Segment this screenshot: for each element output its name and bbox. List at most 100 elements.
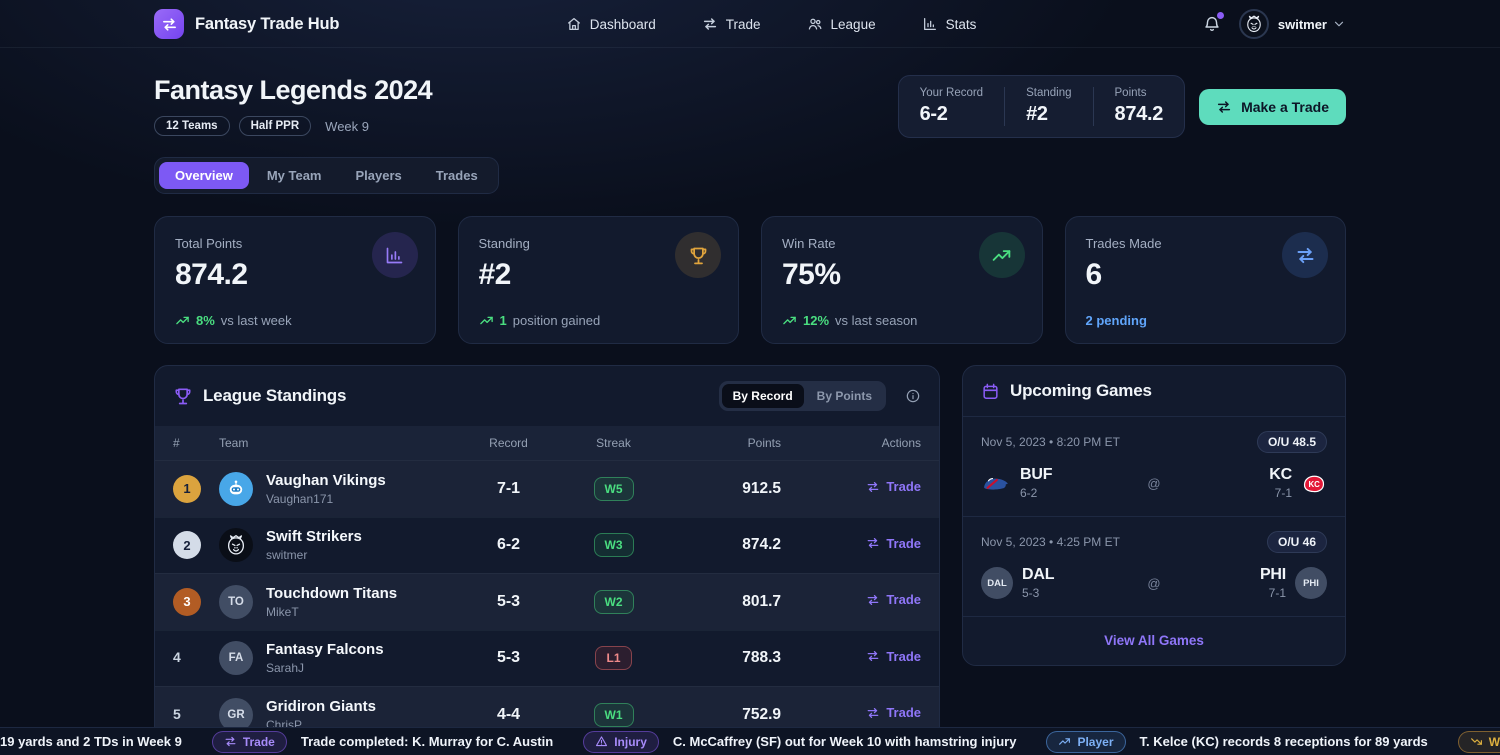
- robot-avatar-icon: [224, 477, 248, 501]
- tab-players[interactable]: Players: [340, 162, 418, 189]
- ticker-text: Trade completed: K. Murray for C. Austin: [301, 734, 553, 749]
- trade-button[interactable]: Trade: [866, 592, 921, 607]
- rank-number: 5: [173, 706, 181, 722]
- table-row[interactable]: 3 TO Touchdown Titans MikeT 5-3 W2 801.7…: [155, 573, 939, 630]
- team-info: Swift Strikers switmer: [266, 528, 362, 562]
- stat-card-total-points: Total Points 874.2 8% vs last week: [154, 216, 436, 344]
- rank-cell: 1: [173, 475, 219, 503]
- info-icon[interactable]: [905, 388, 921, 404]
- rank-badge-bronze: 3: [173, 588, 201, 616]
- page-title: Fantasy Legends 2024: [154, 75, 432, 106]
- pending-note[interactable]: 2 pending: [1086, 313, 1147, 328]
- nav-item-stats[interactable]: Stats: [922, 16, 977, 32]
- standings-header: League Standings By Record By Points: [155, 366, 939, 426]
- streak-badge: W3: [594, 533, 634, 557]
- view-all-games-link[interactable]: View All Games: [1104, 633, 1204, 648]
- team-name: Fantasy Falcons: [266, 641, 384, 658]
- summary-standing: Standing #2: [1004, 87, 1092, 126]
- trend-up-icon: [991, 245, 1012, 266]
- game-item[interactable]: Nov 5, 2023 • 4:25 PM ET O/U 46 DAL DAL …: [963, 517, 1345, 617]
- trade-button[interactable]: Trade: [866, 479, 921, 494]
- chevron-down-icon[interactable]: [1332, 17, 1346, 31]
- toggle-by-points[interactable]: By Points: [806, 384, 883, 408]
- app-brand: Fantasy Trade Hub: [195, 15, 339, 34]
- badge-label: Player: [1077, 735, 1113, 749]
- tab-overview[interactable]: Overview: [159, 162, 249, 189]
- swap-icon: [866, 649, 880, 663]
- news-ticker[interactable]: 19 yards and 2 TDs in Week 9 Trade Trade…: [0, 727, 1500, 755]
- content-row: League Standings By Record By Points # T…: [154, 365, 1346, 744]
- rank-cell: 4: [173, 649, 219, 667]
- team-owner: MikeT: [266, 605, 397, 619]
- ticker-item: 19 yards and 2 TDs in Week 9: [0, 734, 182, 749]
- nav-item-trade[interactable]: Trade: [702, 16, 761, 32]
- trend-text: vs last week: [221, 313, 292, 328]
- col-actions: Actions: [781, 436, 921, 450]
- tab-trades[interactable]: Trades: [420, 162, 494, 189]
- stat-cards: Total Points 874.2 8% vs last week Stand…: [154, 216, 1346, 344]
- swap-icon: [161, 16, 178, 33]
- table-row[interactable]: 2 Swift Strikers switmer 6-2 W3 874.2 Tr…: [155, 517, 939, 574]
- team-record: 7-1: [1269, 486, 1292, 500]
- team-record: 6-2: [1020, 486, 1052, 500]
- trend-up-icon: [1058, 735, 1071, 748]
- table-row[interactable]: 1 Vaughan Vikings Vaughan171 7-1 W5 912.…: [155, 460, 939, 517]
- badge-label: Injury: [614, 735, 647, 749]
- team-avatar-initials: TO: [219, 585, 253, 619]
- actions-cell: Trade: [781, 592, 921, 612]
- trade-button[interactable]: Trade: [866, 649, 921, 664]
- mascot-avatar-icon: [1243, 13, 1265, 35]
- trophy-icon-badge: [675, 232, 721, 278]
- game-item[interactable]: Nov 5, 2023 • 8:20 PM ET O/U 48.5 BUF 6-…: [963, 417, 1345, 517]
- main-nav: Dashboard Trade League Stats: [339, 16, 1203, 32]
- summary-value: #2: [1026, 103, 1071, 126]
- team-info: Fantasy Falcons SarahJ: [266, 641, 384, 675]
- away-team: BUF 6-2: [981, 466, 1147, 500]
- stat-trend: 8% vs last week: [175, 313, 292, 328]
- trend-up-icon: [175, 313, 190, 328]
- bills-logo-icon: [981, 473, 1011, 493]
- ticker-text: T. Kelce (KC) records 8 receptions for 8…: [1140, 734, 1428, 749]
- nav-item-dashboard[interactable]: Dashboard: [566, 16, 656, 32]
- team-abbr: BUF: [1020, 466, 1052, 484]
- ticker-text: C. McCaffrey (SF) out for Week 10 with h…: [673, 734, 1017, 749]
- col-team: Team: [219, 436, 461, 450]
- player-badge: Player: [1046, 731, 1125, 753]
- view-tabs: Overview My Team Players Trades: [154, 157, 499, 194]
- stat-note: 2 pending: [1086, 313, 1147, 328]
- toggle-by-record[interactable]: By Record: [722, 384, 804, 408]
- hero-right: Your Record 6-2 Standing #2 Points 874.2…: [898, 75, 1346, 138]
- trend-icon-badge: [979, 232, 1025, 278]
- league-badges: 12 Teams Half PPR Week 9: [154, 116, 432, 136]
- swap-icon-badge: [1282, 232, 1328, 278]
- league-title-block: Fantasy Legends 2024 12 Teams Half PPR W…: [154, 75, 432, 136]
- trade-button[interactable]: Trade: [866, 705, 921, 720]
- col-streak: Streak: [556, 436, 671, 450]
- nav-label: Dashboard: [590, 17, 656, 32]
- ticker-item: Trade Trade completed: K. Murray for C. …: [212, 731, 553, 753]
- summary-points: Points 874.2: [1093, 87, 1185, 126]
- team-points: 874.2: [671, 536, 781, 554]
- team-owner: switmer: [266, 548, 362, 562]
- over-under-badge: O/U 48.5: [1257, 431, 1327, 453]
- upcoming-games-panel: Upcoming Games Nov 5, 2023 • 8:20 PM ET …: [962, 365, 1346, 666]
- trade-button[interactable]: Trade: [866, 536, 921, 551]
- teams-badge: 12 Teams: [154, 116, 230, 136]
- team-avatar: [219, 472, 253, 506]
- streak-cell: W2: [556, 590, 671, 614]
- tab-my-team[interactable]: My Team: [251, 162, 338, 189]
- swap-icon: [866, 480, 880, 494]
- nav-label: League: [831, 17, 876, 32]
- mascot-avatar-icon: [223, 532, 249, 558]
- make-a-trade-button[interactable]: Make a Trade: [1199, 89, 1346, 125]
- table-row[interactable]: 4 FA Fantasy Falcons SarahJ 5-3 L1 788.3…: [155, 630, 939, 687]
- top-navbar: Fantasy Trade Hub Dashboard Trade League…: [0, 0, 1500, 48]
- summary-label: Standing: [1026, 87, 1071, 99]
- notifications-button[interactable]: [1203, 15, 1221, 33]
- calendar-icon: [981, 382, 1000, 401]
- nav-item-league[interactable]: League: [807, 16, 876, 32]
- trend-text: position gained: [513, 313, 600, 328]
- username[interactable]: switmer: [1278, 17, 1327, 32]
- streak-badge: W2: [594, 590, 634, 614]
- user-avatar[interactable]: [1239, 9, 1269, 39]
